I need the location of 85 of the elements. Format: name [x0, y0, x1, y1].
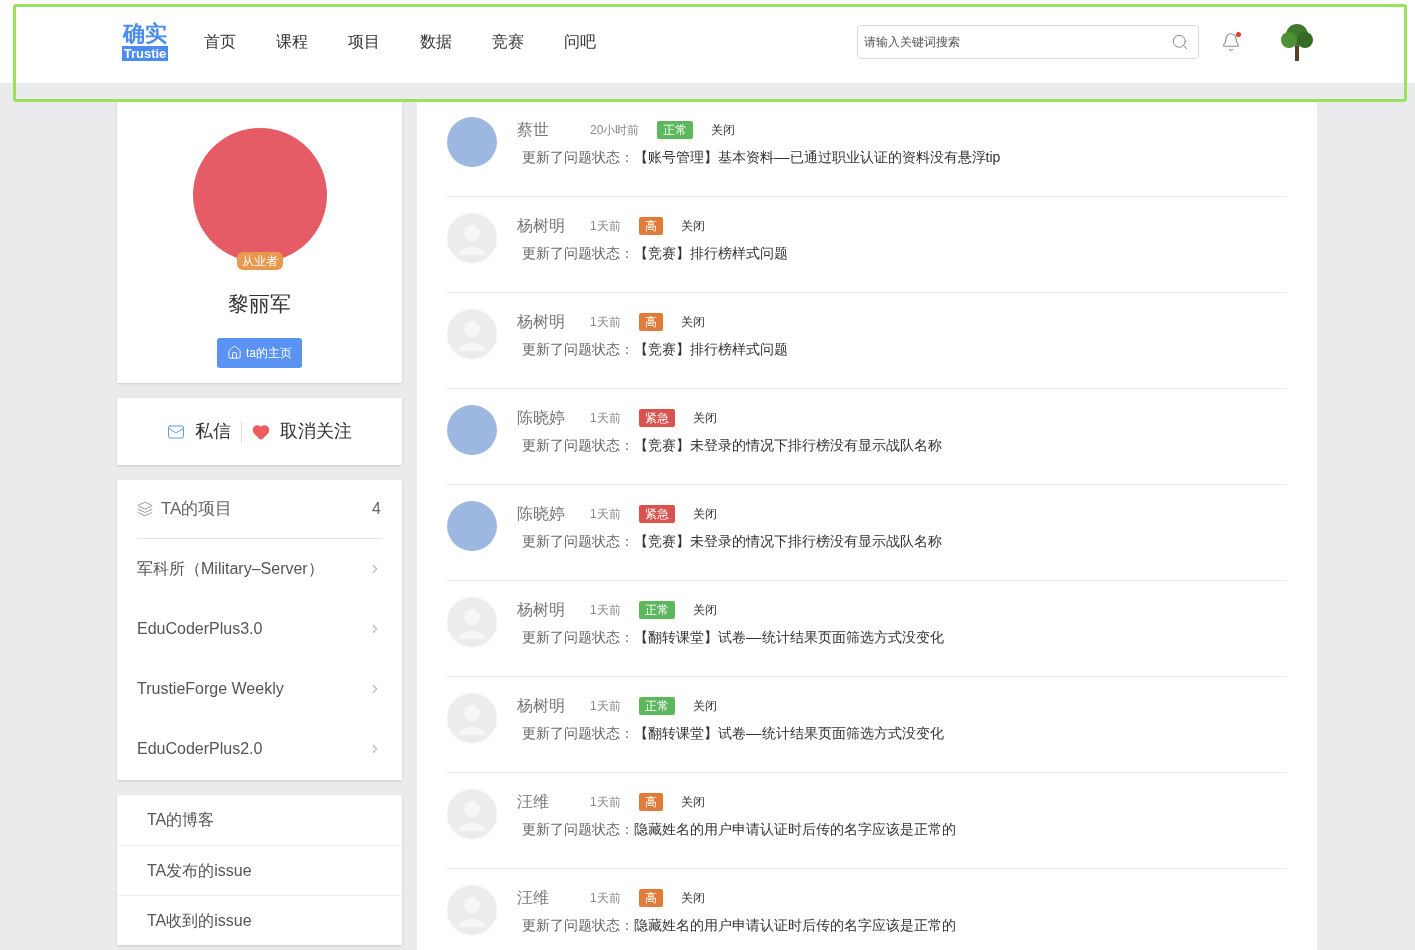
user-name[interactable]: 蔡世 [517, 118, 574, 142]
home-icon [227, 345, 242, 360]
issue-status: 关闭 [680, 314, 705, 331]
time-ago: 1天前 [590, 602, 621, 619]
project-item[interactable]: 军科所（Military–Server） [137, 539, 382, 599]
priority-tag: 正常 [638, 601, 675, 619]
tree-avatar-icon[interactable] [1279, 22, 1315, 61]
issue-link[interactable]: 【翻转课堂】试卷––统计结果页面筛选方式没变化 [634, 627, 944, 648]
issue-status: 关闭 [692, 698, 717, 715]
activity-label: 更新了问题状态： [522, 148, 634, 167]
time-ago: 1天前 [590, 410, 621, 427]
issue-link[interactable]: 【账号管理】基本资料––已通过职业认证的资料没有悬浮tip [634, 147, 1001, 168]
priority-tag: 高 [638, 313, 663, 331]
issue-status: 关闭 [692, 410, 717, 427]
issue-status: 关闭 [680, 890, 705, 907]
user-avatar [447, 405, 497, 455]
bell-icon [1221, 31, 1241, 52]
issue-link[interactable]: 【竞赛】排行榜样式问题 [634, 243, 788, 264]
search-field[interactable]: 请输入关键词搜索 [857, 24, 1199, 59]
layers-icon [137, 501, 153, 517]
activity-label: 更新了问题状态： [522, 628, 634, 647]
priority-tag: 正常 [638, 697, 675, 715]
search-icon[interactable] [1171, 32, 1189, 51]
user-name[interactable]: 杨树明 [517, 214, 574, 238]
time-ago: 20小时前 [590, 122, 640, 139]
nav-link[interactable]: 数据 [420, 29, 452, 54]
project-item[interactable]: TrustieForge Weekly [137, 659, 382, 719]
user-name[interactable]: 陈晓婷 [517, 406, 574, 430]
nav-link[interactable]: 项目 [348, 29, 380, 54]
profile-link[interactable]: TA的博客 [117, 795, 402, 845]
message-button[interactable]: 私信 [167, 418, 231, 445]
issue-link[interactable]: 【竞赛】排行榜样式问题 [634, 339, 788, 360]
issue-status: 关闭 [692, 602, 717, 619]
nav-link[interactable]: 课程 [276, 29, 308, 54]
activity-label: 更新了问题状态： [522, 532, 634, 551]
profile-name: 黎丽军 [228, 291, 291, 317]
time-ago: 1天前 [590, 698, 621, 715]
issue-link[interactable]: 隐藏姓名的用户申请认证时后传的名字应该是正常的 [634, 915, 956, 936]
user-name[interactable]: 杨树明 [517, 598, 574, 622]
issue-link[interactable]: 隐藏姓名的用户申请认证时后传的名字应该是正常的 [634, 819, 956, 840]
issue-status: 关闭 [680, 218, 705, 235]
activity-label: 更新了问题状态： [522, 436, 634, 455]
activity-label: 更新了问题状态： [522, 820, 634, 839]
issue-status: 关闭 [692, 506, 717, 523]
user-name[interactable]: 杨树明 [517, 310, 574, 334]
user-name[interactable]: 汪维 [517, 790, 574, 814]
activity-label: 更新了问题状态： [522, 724, 634, 743]
user-avatar [447, 117, 497, 167]
nav-link[interactable]: 竞赛 [492, 29, 524, 54]
projects-count: 4 [372, 499, 382, 519]
time-ago: 1天前 [590, 506, 621, 523]
issue-status: 关闭 [680, 794, 705, 811]
heart-icon [252, 422, 270, 441]
issue-link[interactable]: 【竞赛】未登录的情况下排行榜没有显示战队名称 [634, 531, 942, 552]
role-badge: 从业者 [236, 252, 283, 270]
priority-tag: 正常 [657, 121, 694, 139]
issue-link[interactable]: 【翻转课堂】试卷––统计结果页面筛选方式没变化 [634, 723, 944, 744]
priority-tag: 高 [638, 793, 663, 811]
profile-link[interactable]: TA发布的issue [117, 845, 402, 895]
mail-icon [167, 422, 185, 441]
unfollow-button[interactable]: 取消关注 [252, 418, 352, 445]
priority-tag: 紧急 [638, 409, 675, 427]
nav-link[interactable]: 问吧 [564, 29, 596, 54]
priority-tag: 高 [638, 889, 663, 907]
time-ago: 1天前 [590, 314, 621, 331]
notification-button[interactable] [1221, 31, 1241, 52]
projects-title: TA的项目 [161, 498, 233, 521]
activity-label: 更新了问题状态： [522, 244, 634, 263]
issue-status: 关闭 [711, 122, 736, 139]
user-name[interactable]: 杨树明 [517, 694, 574, 718]
issue-link[interactable]: 【竞赛】未登录的情况下排行榜没有显示战队名称 [634, 435, 942, 456]
activity-label: 更新了问题状态： [522, 916, 634, 935]
user-name[interactable]: 陈晓婷 [517, 502, 574, 526]
priority-tag: 高 [638, 217, 663, 235]
time-ago: 1天前 [590, 794, 621, 811]
priority-tag: 紧急 [638, 505, 675, 523]
time-ago: 1天前 [590, 890, 621, 907]
time-ago: 1天前 [590, 218, 621, 235]
nav-link[interactable]: 首页 [204, 29, 236, 54]
activity-label: 更新了问题状态： [522, 340, 634, 359]
user-name[interactable]: 汪维 [517, 886, 574, 910]
profile-link[interactable]: TA收到的issue [117, 895, 402, 945]
project-item[interactable]: EduCoderPlus3.0 [137, 599, 382, 659]
project-item[interactable]: EduCoderPlus2.0 [137, 719, 382, 779]
user-avatar [447, 501, 497, 551]
